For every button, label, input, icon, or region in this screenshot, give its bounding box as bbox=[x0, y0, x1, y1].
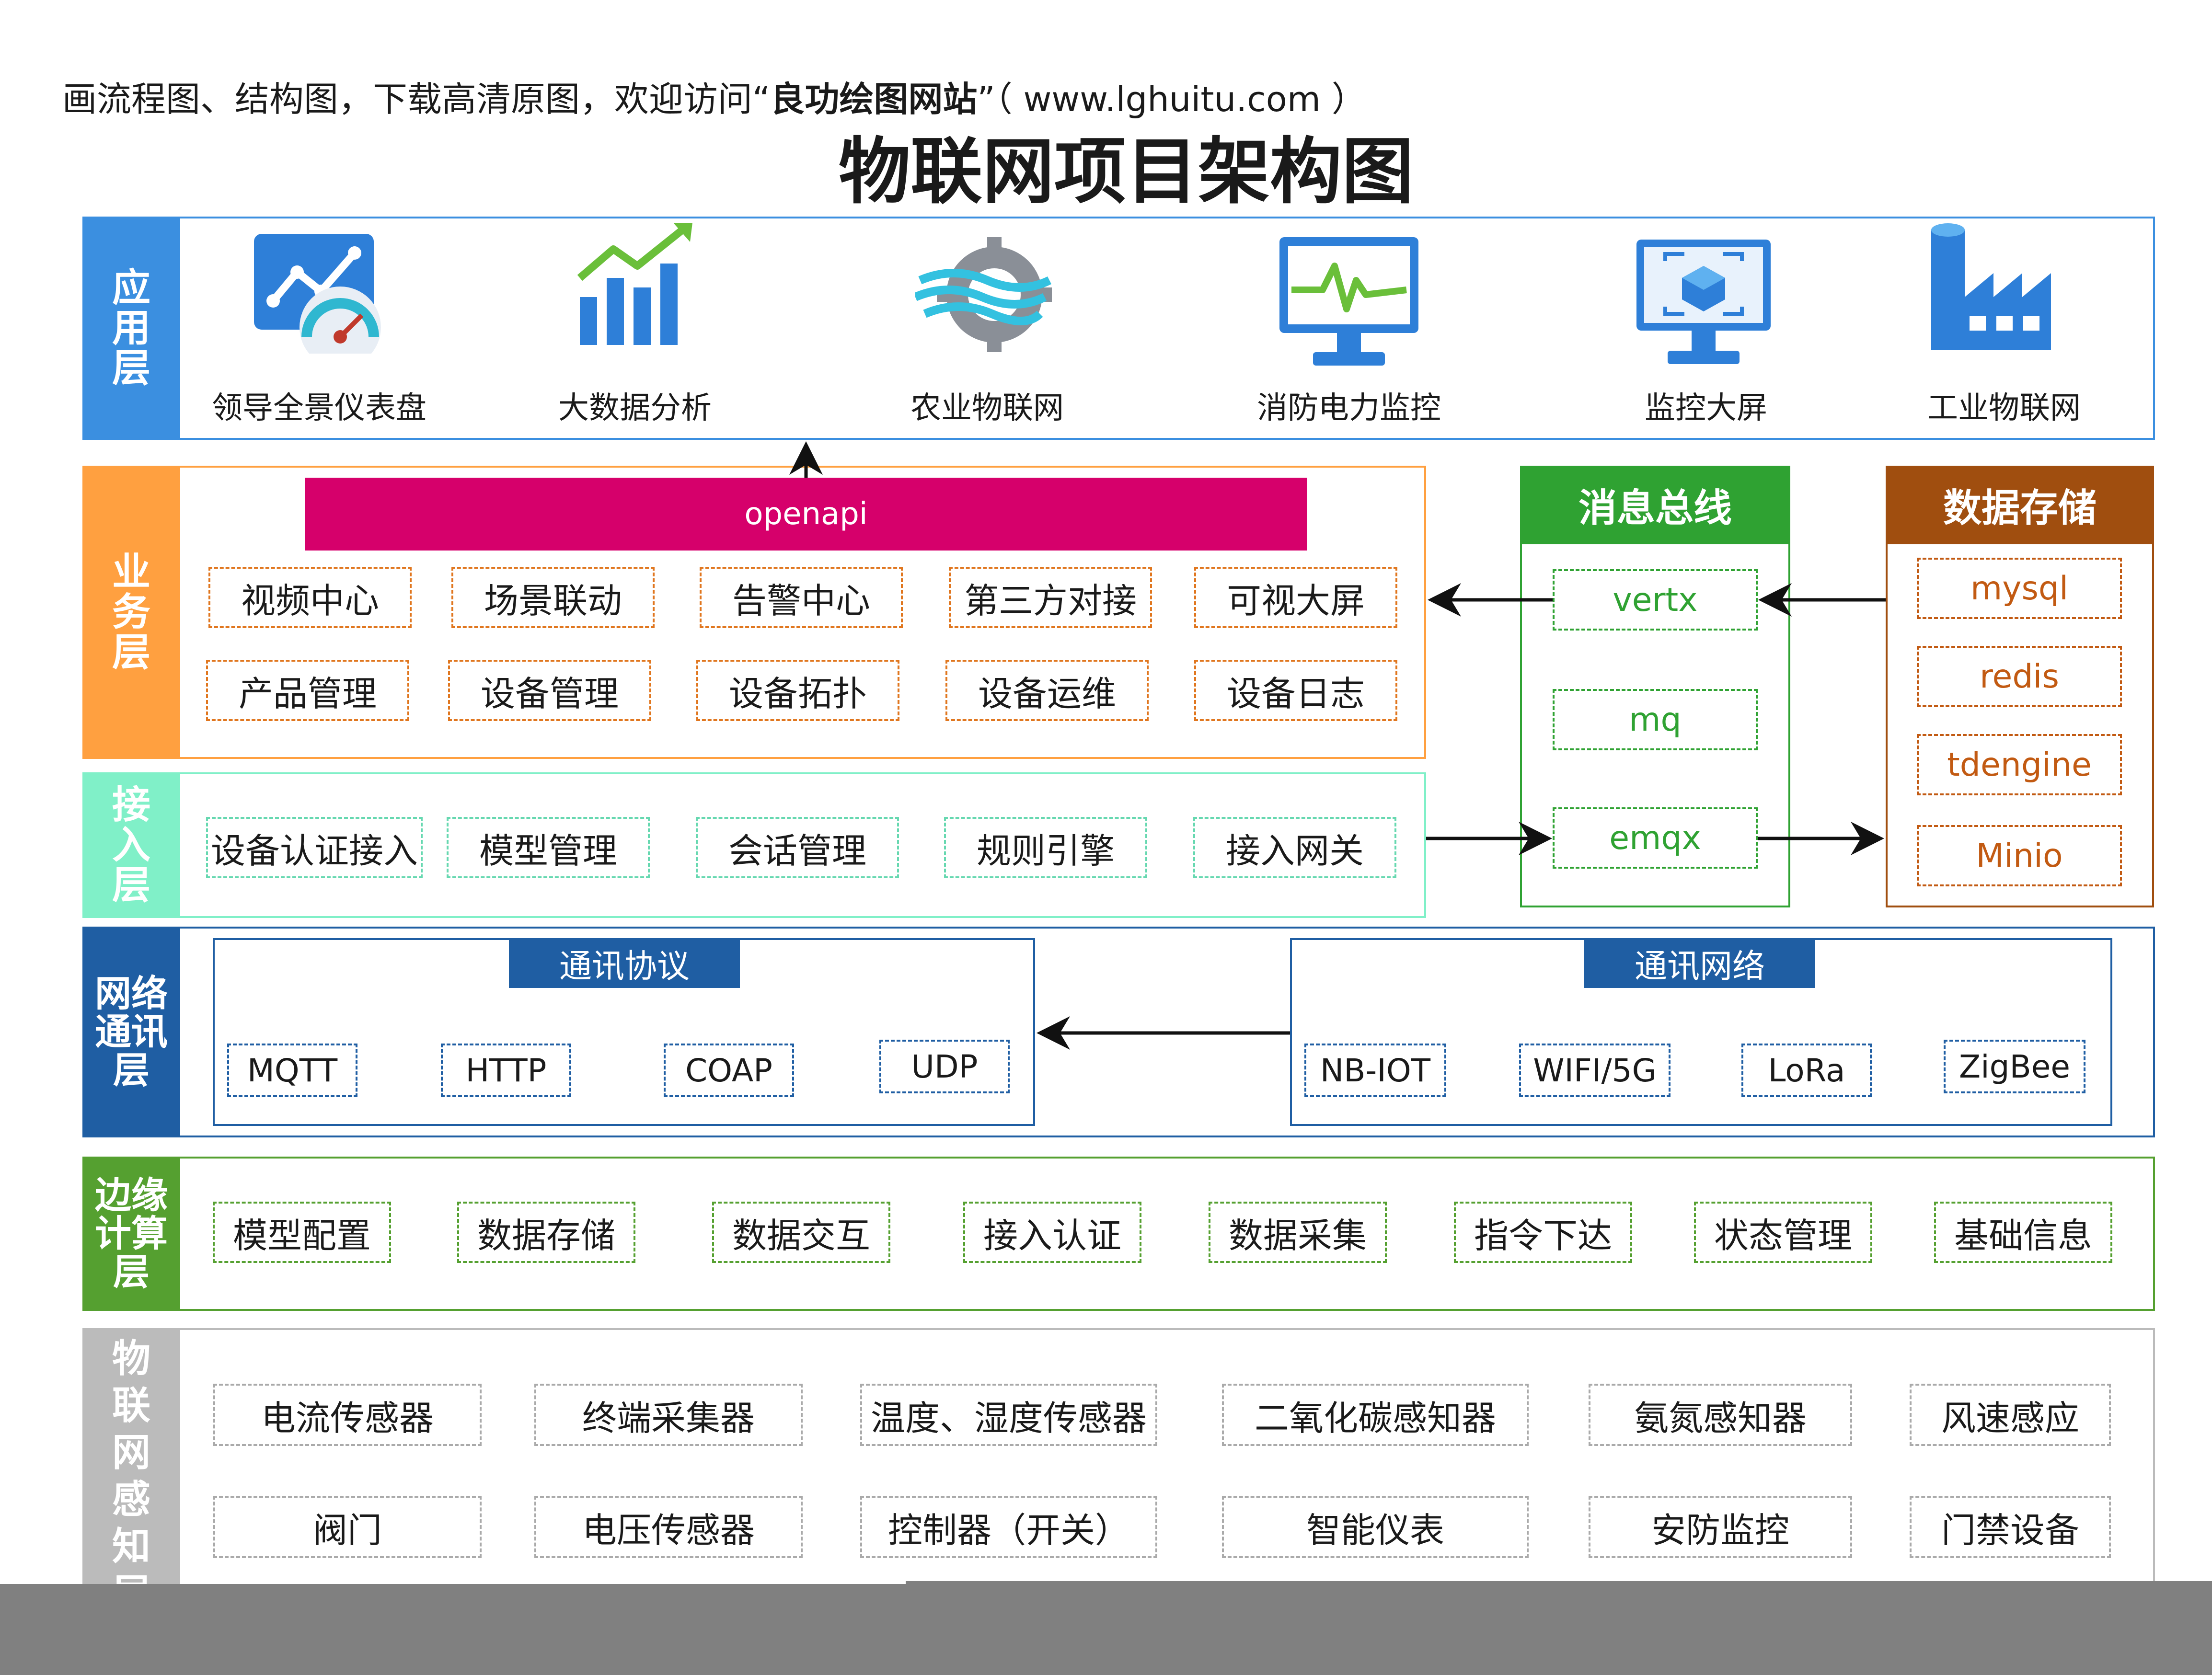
bottom-strip-right bbox=[906, 1581, 2212, 1675]
bottom-strip bbox=[0, 1584, 906, 1675]
connector-arrows bbox=[789, 441, 1886, 1050]
